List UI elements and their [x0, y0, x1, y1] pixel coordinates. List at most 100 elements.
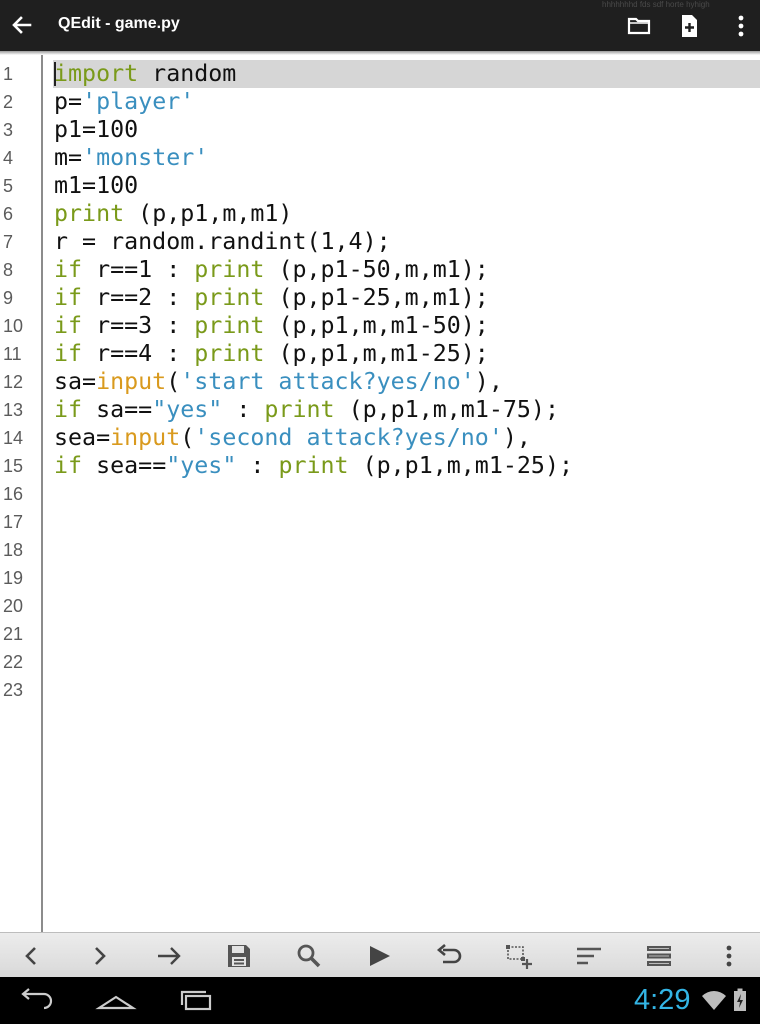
line-number: 18 [3, 540, 24, 560]
status-clock: 4:29 [634, 984, 691, 1016]
recents-nav-icon [180, 990, 212, 1011]
code-token: import [54, 60, 139, 87]
code-token: r==3 : [82, 312, 195, 339]
code-editor[interactable]: 1 2 3 4 5 6 7 8 9 10 11 12 13 14 15 16 17 18 19 20 21 22 23 im… [0, 55, 760, 932]
save-button[interactable] [224, 941, 254, 971]
code-line: if r==1 : print (p,p1-50,m,m1); [54, 256, 489, 284]
code-token: if [54, 284, 83, 311]
line-number: 12 [3, 372, 24, 392]
code-line: sea=input('second attack?yes/no'), [54, 424, 531, 452]
code-token: print [194, 256, 265, 283]
code-token: print [54, 200, 125, 227]
arrow-left-icon [12, 16, 32, 34]
code-line: if r==3 : print (p,p1,m,m1-50); [54, 312, 489, 340]
nav-home-button[interactable] [94, 986, 138, 1016]
code-token: input [96, 368, 167, 395]
line-number: 3 [3, 120, 14, 140]
next-button[interactable] [85, 941, 115, 971]
code-token: input [110, 424, 181, 451]
line-number: 2 [3, 92, 14, 112]
code-token: ( [180, 424, 195, 451]
previous-button[interactable] [16, 941, 46, 971]
open-file-button[interactable] [625, 12, 653, 40]
code-token: if [54, 256, 83, 283]
line-number: 11 [3, 344, 22, 364]
code-token: sea== [82, 452, 167, 479]
action-bar: QEdit - game.py hhhhhhhd fds sdf horte h… [0, 0, 760, 51]
line-number: 22 [3, 652, 24, 672]
overflow-menu-button[interactable] [727, 12, 755, 40]
nav-back-button[interactable] [14, 986, 58, 1016]
code-token: r==2 : [82, 284, 195, 311]
select-add-icon [506, 945, 532, 969]
code-line: if r==4 : print (p,p1,m,m1-25); [54, 340, 489, 368]
line-number: 21 [3, 624, 24, 644]
nav-recents-button[interactable] [174, 986, 218, 1016]
undo-icon [436, 944, 462, 964]
line-number: 5 [3, 176, 14, 196]
search-icon [297, 944, 321, 968]
back-nav-icon [21, 988, 53, 1010]
toolbar-overflow-button[interactable] [714, 941, 744, 971]
code-token: "yes" [166, 452, 237, 479]
list-button[interactable] [644, 941, 674, 971]
code-token: (p,p1-25,m,m1); [264, 284, 489, 311]
line-number: 1 [3, 64, 14, 84]
arrow-right-icon [158, 947, 181, 965]
line-number: 6 [3, 204, 14, 224]
new-file-button[interactable] [675, 12, 703, 40]
code-line: if r==2 : print (p,p1-25,m,m1); [54, 284, 489, 312]
code-token: p1=100 [54, 116, 139, 143]
code-token: 'player' [82, 88, 195, 115]
list-icon [647, 946, 671, 966]
code-token: : [222, 396, 265, 423]
search-button[interactable] [294, 941, 324, 971]
code-token: if [54, 396, 83, 423]
code-token: 'second attack?yes/no' [194, 424, 503, 451]
code-text-area[interactable]: import random p='player' p1=100 m='monster'… [43, 55, 760, 932]
line-number: 19 [3, 568, 24, 588]
code-line: m1=100 [54, 172, 138, 200]
new-file-icon [682, 15, 697, 37]
select-add-button[interactable] [504, 941, 534, 971]
line-number: 17 [3, 512, 24, 532]
back-button[interactable] [8, 11, 36, 39]
code-line: if sea=="yes" : print (p,p1,m,m1-25); [54, 452, 573, 480]
undo-button[interactable] [434, 941, 464, 971]
code-token: (p,p1,m,m1-25); [264, 340, 489, 367]
folder-icon [627, 17, 651, 35]
code-token: sa== [82, 396, 153, 423]
code-line: print (p,p1,m,m1) [54, 200, 292, 228]
code-token: print [278, 452, 349, 479]
code-token: ), [474, 368, 503, 395]
code-token: random [138, 60, 237, 87]
watermark-text: hhhhhhhd fds sdf horte hyhigh [602, 0, 710, 9]
home-nav-icon [95, 995, 137, 1010]
code-token: sea= [54, 424, 111, 451]
line-number: 13 [3, 400, 24, 420]
line-number: 20 [3, 596, 24, 616]
chevron-right-icon [95, 947, 106, 965]
line-number: 14 [3, 428, 24, 448]
code-token: ( [166, 368, 181, 395]
line-number: 9 [3, 288, 14, 308]
save-icon [228, 945, 250, 967]
code-line: r = random.randint(1,4); [54, 228, 391, 256]
code-token: (p,p1-50,m,m1); [264, 256, 489, 283]
code-token: (p,p1,m,m1-75); [334, 396, 559, 423]
code-token: if [54, 452, 83, 479]
line-number: 15 [3, 456, 24, 476]
align-text-button[interactable] [574, 941, 604, 971]
run-icon [370, 946, 390, 966]
code-token: 'monster' [82, 144, 209, 171]
code-token: : [236, 452, 279, 479]
code-token: "yes" [152, 396, 223, 423]
run-button[interactable] [364, 941, 394, 971]
code-token: print [194, 284, 265, 311]
code-line: import random [54, 60, 236, 88]
goto-line-button[interactable] [154, 941, 184, 971]
line-number: 16 [3, 484, 24, 504]
code-token: r==1 : [82, 256, 195, 283]
code-token: if [54, 312, 83, 339]
editor-toolbar [0, 932, 760, 977]
